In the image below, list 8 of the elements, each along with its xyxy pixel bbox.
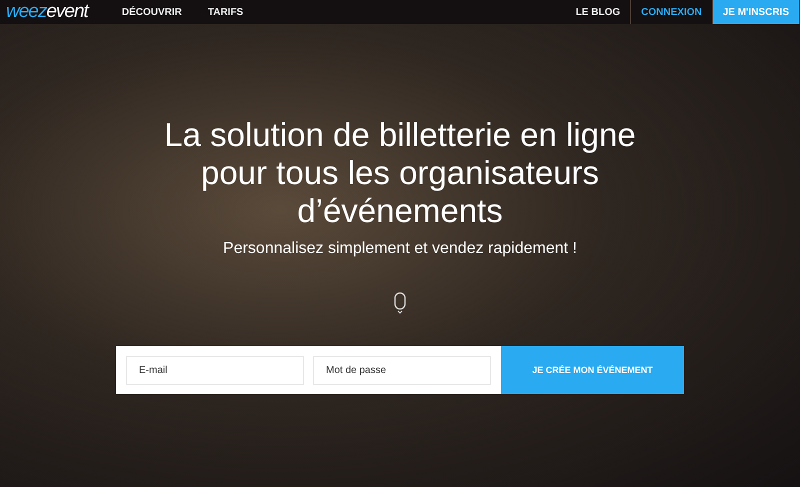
hero-subtitle: Personnalisez simplement et vendez rapidement !	[223, 240, 577, 258]
nav-link[interactable]: TARIFS	[208, 6, 244, 18]
logo[interactable]: weezevent	[0, 0, 112, 24]
email-field[interactable]: E-mail	[126, 356, 304, 384]
nav-link[interactable]: DÉCOUVRIR	[122, 6, 182, 18]
password-field[interactable]: Mot de passe	[313, 356, 491, 384]
mouse-scroll-icon	[394, 292, 406, 314]
hero-title: La solution de billetterie en ligne pour tous les organisateurs d’événements	[163, 116, 637, 230]
